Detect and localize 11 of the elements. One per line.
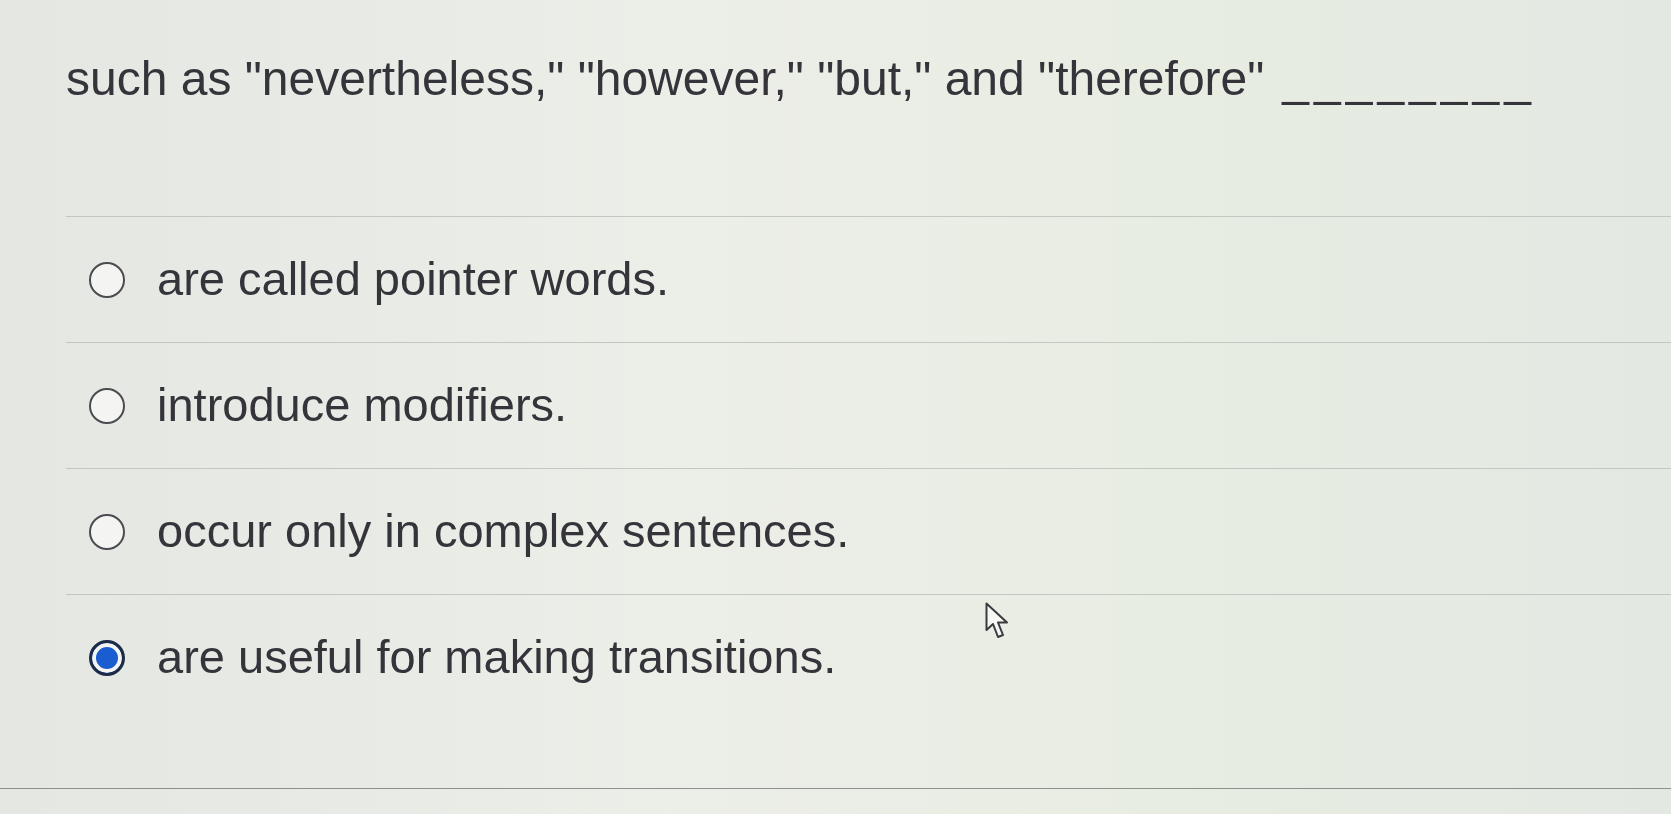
mouse-pointer-icon xyxy=(985,602,1009,640)
answer-option-text[interactable]: introduce modifiers. xyxy=(157,377,568,434)
answer-option-text[interactable]: occur only in complex sentences. xyxy=(157,503,850,560)
answer-option-text[interactable]: are useful for making transitions. xyxy=(157,629,837,686)
fill-in-line: ________ xyxy=(1282,52,1536,105)
radio-button[interactable] xyxy=(89,639,125,676)
question-text: such as "nevertheless," "however," "but," and "therefore" xyxy=(66,52,1265,105)
radio-button[interactable] xyxy=(89,261,125,298)
radio-button[interactable] xyxy=(89,387,125,424)
radio-button[interactable] xyxy=(89,513,125,550)
answer-option-text[interactable]: are called pointer words. xyxy=(157,251,670,308)
